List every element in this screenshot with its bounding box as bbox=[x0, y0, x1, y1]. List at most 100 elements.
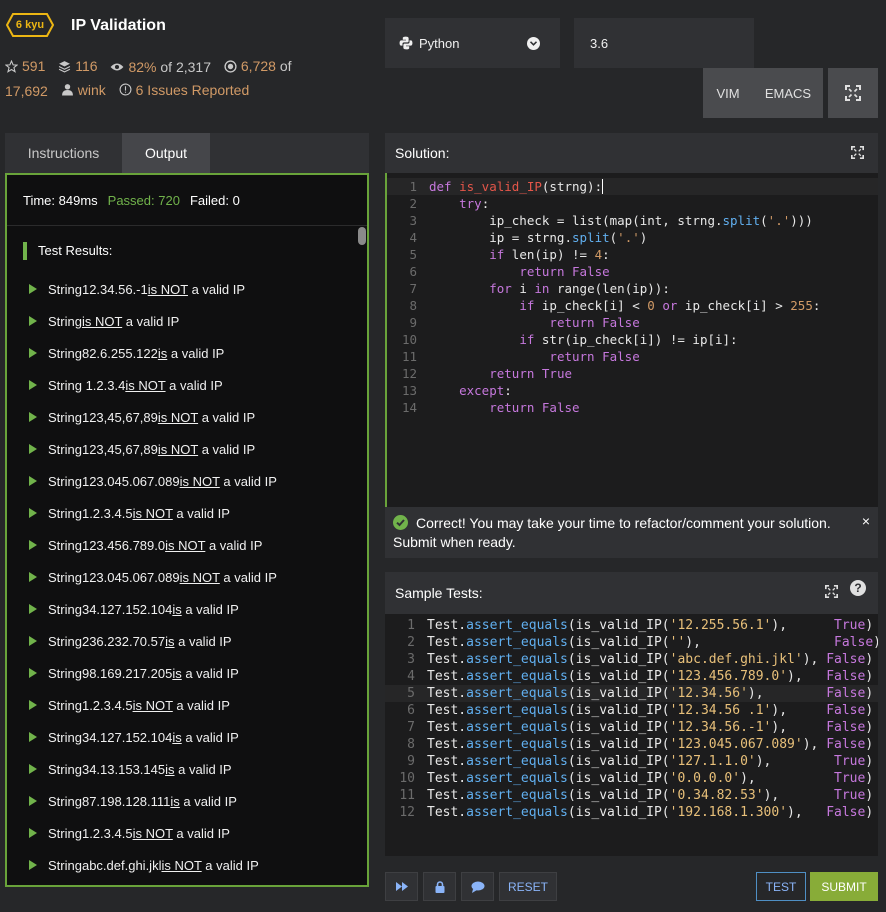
test-result-item[interactable]: String123.456.789.0is NOT a valid IP bbox=[29, 538, 359, 570]
solution-editor[interactable]: 1 def is_valid_IP(strng): 2 try: 3 ip_check… bbox=[385, 173, 878, 507]
line-number: 14 bbox=[401, 400, 417, 415]
line-number: 9 bbox=[409, 315, 417, 330]
result-input: String12.34.56.-1 bbox=[48, 282, 148, 297]
test-result-item[interactable]: String123.045.067.089is NOT a valid IP bbox=[29, 570, 359, 602]
test-result-item[interactable]: String34.127.152.104is a valid IP bbox=[29, 602, 359, 634]
test-result-item[interactable]: String34.127.152.104is a valid IP bbox=[29, 730, 359, 762]
unlock-solutions-button[interactable] bbox=[423, 872, 456, 901]
info-icon bbox=[119, 83, 132, 96]
completed-of: of bbox=[279, 58, 292, 74]
output-panel: Time: 849ms Passed: 720 Failed: 0 Test Res… bbox=[5, 173, 369, 887]
test-result-item[interactable]: String82.6.255.122is a valid IP bbox=[29, 346, 359, 378]
code-text: return False bbox=[489, 400, 580, 415]
test-result-item[interactable]: String98.169.217.205is a valid IP bbox=[29, 666, 359, 698]
result-text: String123.045.067.089is NOT a valid IP bbox=[48, 474, 277, 489]
code-text: Test.assert_equals(is_valid_IP('127.1.1.… bbox=[427, 754, 874, 769]
result-input: String98.169.217.205 bbox=[48, 666, 173, 681]
test-result-item[interactable]: String12.34.56.-1is NOT a valid IP bbox=[29, 282, 359, 314]
result-suffix: a valid IP bbox=[198, 410, 256, 425]
result-suffix: a valid IP bbox=[174, 634, 232, 649]
version-select[interactable]: 3.6 bbox=[574, 18, 754, 68]
author-link[interactable]: wink bbox=[61, 79, 106, 101]
test-result-item[interactable]: String1.2.3.4.5is NOT a valid IP bbox=[29, 506, 359, 538]
test-result-item[interactable]: String236.232.70.57is a valid IP bbox=[29, 634, 359, 666]
code-line: 2 Test.assert_equals(is_valid_IP(''), Fal… bbox=[385, 634, 878, 651]
test-button[interactable]: TEST bbox=[756, 872, 806, 901]
vim-mode-button[interactable]: VIM bbox=[703, 68, 753, 118]
shortcuts-button[interactable] bbox=[385, 872, 418, 901]
eye-icon bbox=[111, 63, 124, 70]
expand-triangle-icon bbox=[29, 284, 37, 294]
code-text: Test.assert_equals(is_valid_IP('12.34.56… bbox=[427, 686, 874, 701]
code-text: Test.assert_equals(is_valid_IP('12.255.5… bbox=[427, 618, 874, 633]
sample-tests-fullscreen-button[interactable] bbox=[825, 585, 838, 601]
output-scrollbar[interactable] bbox=[358, 227, 366, 245]
result-text: String12.34.56.-1is NOT a valid IP bbox=[48, 282, 245, 297]
language-select[interactable]: Python bbox=[385, 18, 560, 68]
discuss-button[interactable] bbox=[461, 872, 494, 901]
fullscreen-icon bbox=[825, 585, 838, 598]
help-icon[interactable]: ? bbox=[850, 580, 866, 596]
test-result-item[interactable]: String123,45,67,89is NOT a valid IP bbox=[29, 442, 359, 474]
test-result-item[interactable]: Stringis NOT a valid IP bbox=[29, 314, 359, 346]
result-input: String123.045.067.089 bbox=[48, 570, 180, 585]
result-text: String34.127.152.104is a valid IP bbox=[48, 730, 239, 745]
result-status: is NOT bbox=[132, 506, 173, 521]
solution-code[interactable]: 1 def is_valid_IP(strng): 2 try: 3 ip_check… bbox=[387, 178, 878, 416]
result-text: String123.456.789.0is NOT a valid IP bbox=[48, 538, 262, 553]
emacs-mode-button[interactable]: EMACS bbox=[753, 68, 823, 118]
result-suffix: a valid IP bbox=[198, 442, 256, 457]
result-suffix: a valid IP bbox=[181, 730, 239, 745]
line-number: 3 bbox=[407, 652, 415, 667]
test-result-item[interactable]: String87.198.128.111is a valid IP bbox=[29, 794, 359, 826]
code-text: Test.assert_equals(is_valid_IP('12.34.56… bbox=[427, 720, 874, 735]
result-suffix: a valid IP bbox=[181, 602, 239, 617]
result-text: Stringis NOT a valid IP bbox=[48, 314, 179, 329]
issues-link[interactable]: 6 Issues Reported bbox=[119, 79, 249, 101]
result-text: String34.127.152.104is a valid IP bbox=[48, 602, 239, 617]
reset-button[interactable]: RESET bbox=[499, 872, 557, 901]
fullscreen-button[interactable] bbox=[828, 68, 878, 118]
test-result-item[interactable]: String123,45,67,89is NOT a valid IP bbox=[29, 410, 359, 442]
solution-fullscreen-button[interactable] bbox=[851, 146, 864, 162]
author-name: wink bbox=[77, 81, 106, 98]
test-result-item[interactable]: String 1.2.3.4is NOT a valid IP bbox=[29, 378, 359, 410]
collections-stat[interactable]: 116 bbox=[58, 55, 98, 77]
test-result-item[interactable]: String1.2.3.4.5is NOT a valid IP bbox=[29, 698, 359, 730]
stars-stat[interactable]: 591 bbox=[5, 55, 45, 77]
expand-triangle-icon bbox=[29, 380, 37, 390]
expand-triangle-icon bbox=[29, 412, 37, 422]
line-number: 13 bbox=[401, 383, 417, 398]
satisfaction-value: 82% bbox=[128, 58, 157, 75]
stars-count: 591 bbox=[22, 58, 46, 74]
tab-output[interactable]: Output bbox=[122, 133, 210, 173]
time-label: Time: 849ms bbox=[23, 193, 98, 208]
code-line: 9 return False bbox=[387, 314, 878, 331]
expand-triangle-icon bbox=[29, 508, 37, 518]
tab-instructions[interactable]: Instructions bbox=[5, 133, 122, 173]
sample-tests-code[interactable]: 1 Test.assert_equals(is_valid_IP('12.255.… bbox=[385, 617, 878, 821]
result-text: String1.2.3.4.5is NOT a valid IP bbox=[48, 826, 230, 841]
code-line: 7 Test.assert_equals(is_valid_IP('12.34.5… bbox=[385, 719, 878, 736]
line-number: 8 bbox=[407, 737, 415, 752]
close-icon[interactable]: × bbox=[862, 512, 870, 531]
result-suffix: a valid IP bbox=[219, 570, 277, 585]
fullscreen-icon bbox=[851, 146, 864, 159]
sample-tests-editor[interactable]: 1 Test.assert_equals(is_valid_IP('12.255.… bbox=[385, 614, 878, 856]
result-status: is bbox=[172, 730, 182, 745]
code-text: try: bbox=[459, 196, 490, 211]
test-result-item[interactable]: String34.13.153.145is a valid IP bbox=[29, 762, 359, 794]
expand-triangle-icon bbox=[29, 476, 37, 486]
result-status: is bbox=[172, 602, 182, 617]
result-suffix: a valid IP bbox=[205, 538, 263, 553]
result-input: String1.2.3.4.5 bbox=[48, 698, 133, 713]
submit-button[interactable]: SUBMIT bbox=[810, 872, 878, 901]
result-status: is bbox=[172, 666, 182, 681]
result-status: is NOT bbox=[81, 314, 123, 329]
test-result-item[interactable]: Stringabc.def.ghi.jklis NOT a valid IP bbox=[29, 858, 359, 885]
code-line: 1 Test.assert_equals(is_valid_IP('12.255.… bbox=[385, 617, 878, 634]
result-suffix: a valid IP bbox=[181, 666, 239, 681]
test-result-item[interactable]: String123.045.067.089is NOT a valid IP bbox=[29, 474, 359, 506]
test-result-item[interactable]: String1.2.3.4.5is NOT a valid IP bbox=[29, 826, 359, 858]
expand-triangle-icon bbox=[29, 604, 37, 614]
